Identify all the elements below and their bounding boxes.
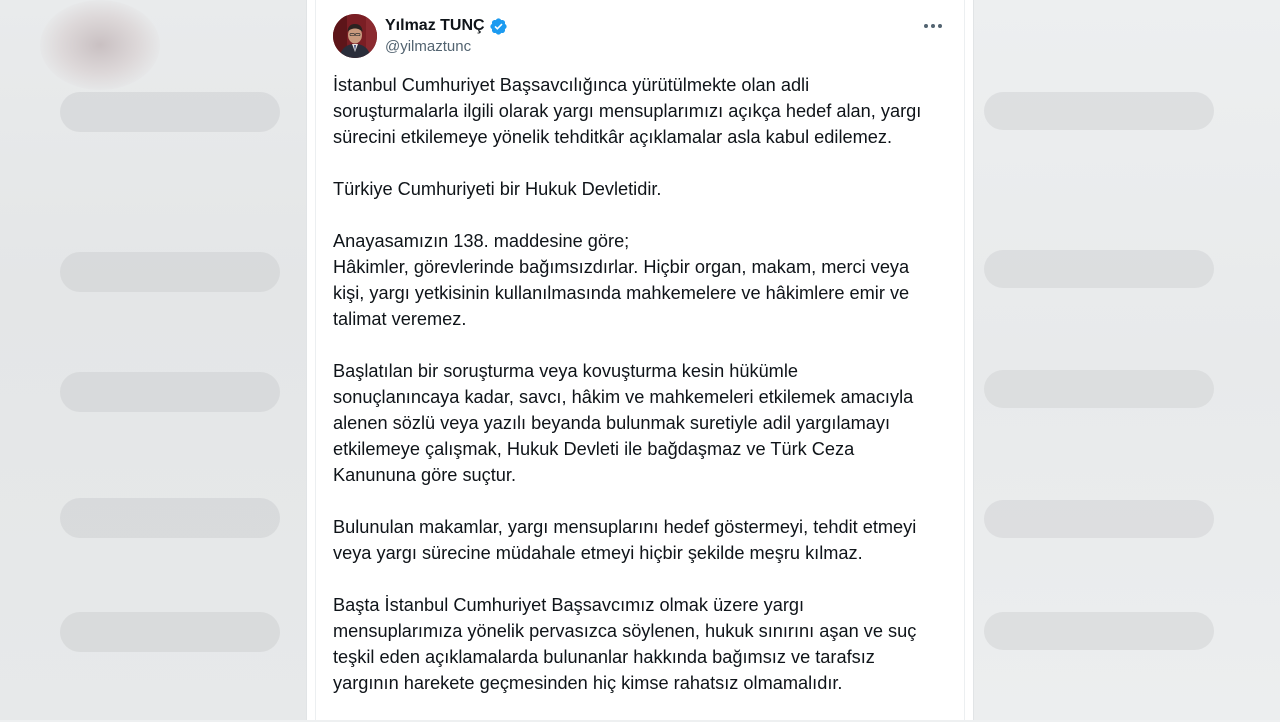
blurred-shape — [984, 92, 1214, 130]
post-paragraph: Başta İstanbul Cumhuriyet Başsavcımız ol… — [333, 595, 917, 693]
dot — [931, 24, 935, 28]
blurred-shape — [984, 500, 1214, 538]
blurred-background-right — [974, 0, 1280, 720]
more-options-icon[interactable] — [917, 14, 949, 38]
post-paragraph: Bulunulan makamlar, yargı mensuplarını h… — [333, 517, 917, 563]
post-paragraph: Türkiye Cumhuriyeti bir Hukuk Devletidir… — [333, 179, 662, 199]
blurred-shape — [984, 250, 1214, 288]
blurred-shape — [40, 0, 160, 90]
avatar[interactable] — [333, 14, 377, 58]
blurred-shape — [984, 370, 1214, 408]
blurred-shape — [60, 92, 280, 132]
post-paragraph: İstanbul Cumhuriyet Başsavcılığınca yürü… — [333, 75, 922, 147]
author-display-name[interactable]: Yılmaz TUNÇ — [385, 17, 485, 35]
dot — [938, 24, 942, 28]
author-handle[interactable]: @yilmaztunc — [385, 38, 471, 55]
divider — [315, 0, 316, 720]
post-paragraph: Anayasamızın 138. maddesine göre; Hâkiml… — [333, 231, 910, 329]
dot — [924, 24, 928, 28]
post-header: Yılmaz TUNÇ @yilmaztunc — [333, 14, 949, 58]
blurred-background-left — [0, 0, 306, 720]
post-text: İstanbul Cumhuriyet Başsavcılığınca yürü… — [333, 72, 945, 722]
verified-badge-icon — [489, 17, 507, 35]
divider — [964, 0, 965, 720]
post-paragraph: Başlatılan bir soruşturma veya kovuşturm… — [333, 361, 914, 485]
blurred-shape — [60, 372, 280, 412]
author-name-row: Yılmaz TUNÇ — [385, 16, 508, 36]
post-card: Yılmaz TUNÇ @yilmaztunc İstanbul Cumhuri… — [306, 0, 974, 720]
blurred-shape — [60, 252, 280, 292]
blurred-shape — [60, 498, 280, 538]
avatar-portrait — [333, 14, 377, 58]
blurred-shape — [60, 612, 280, 652]
blurred-shape — [984, 612, 1214, 650]
